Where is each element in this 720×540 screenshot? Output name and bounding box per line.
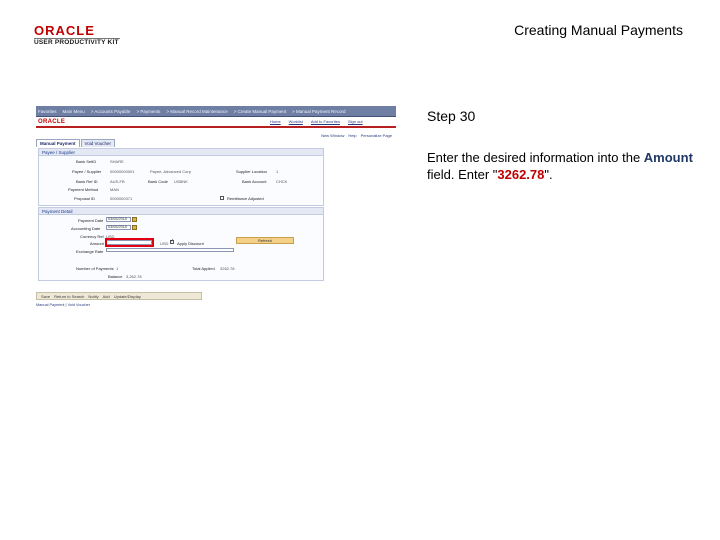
amount-field-highlight bbox=[105, 238, 154, 247]
payment-date-label: Payment Date bbox=[78, 218, 104, 223]
instruction-middle: field. Enter " bbox=[427, 167, 498, 182]
total-applied-label: Total Applied bbox=[192, 266, 215, 271]
bank-setid-label: Bank SetID bbox=[76, 159, 97, 164]
nav-item[interactable]: > Payments bbox=[136, 109, 160, 114]
instruction-field-name: Amount bbox=[643, 150, 693, 165]
supplier-location-value: 1 bbox=[276, 169, 279, 174]
return-to-search-button[interactable]: Return to Search bbox=[54, 294, 84, 299]
num-payments-label: Number of Payments bbox=[76, 266, 114, 271]
calendar-icon[interactable] bbox=[132, 217, 137, 222]
payee-label: Payee / Supplier bbox=[72, 169, 102, 174]
new-window-link[interactable]: New Window bbox=[321, 133, 344, 138]
application-screenshot: Favorites Main Menu > Accounts Payable >… bbox=[36, 106, 396, 314]
step-instruction: Enter the desired information into the A… bbox=[427, 149, 697, 183]
add-button[interactable]: Add bbox=[103, 294, 110, 299]
nav-item[interactable]: > Create Manual Payment bbox=[234, 109, 286, 114]
app-brand: ORACLE bbox=[38, 119, 66, 125]
total-applied-value: 3262.78 bbox=[220, 266, 235, 271]
payment-group-header: Payment Detail bbox=[39, 208, 323, 215]
save-button[interactable]: Save bbox=[41, 294, 50, 299]
document-title: Creating Manual Payments bbox=[514, 22, 683, 38]
currency-label: Currency Ref bbox=[80, 234, 104, 239]
breadcrumb-nav: Favorites Main Menu > Accounts Payable >… bbox=[36, 106, 396, 117]
balance-label: Balance bbox=[108, 274, 123, 279]
logo-subtitle: USER PRODUCTIVITY KIT bbox=[34, 39, 119, 46]
help-link[interactable]: Help bbox=[348, 133, 356, 138]
personalize-link[interactable]: Personalize Page bbox=[361, 133, 392, 138]
balance-value: 3,262.78 bbox=[126, 274, 142, 279]
amount-currency: USD bbox=[160, 241, 169, 246]
payment-date-input[interactable]: 03/05/2015 bbox=[106, 217, 131, 222]
bank-account-value: CHCK bbox=[276, 179, 288, 184]
top-links: Home Worklist Add to Favorites Sign out bbox=[270, 119, 371, 124]
notify-button[interactable]: Notify bbox=[88, 294, 98, 299]
page-links: New Window Help Personalize Page bbox=[317, 133, 392, 138]
bank-code-label: Bank Code bbox=[148, 179, 168, 184]
bank-ref-value: AUS-FB bbox=[110, 179, 125, 184]
bank-account-label: Bank Account bbox=[242, 179, 267, 184]
payee-group-header: Payee / Supplier bbox=[39, 149, 323, 156]
refresh-button[interactable]: Refresh bbox=[236, 237, 294, 244]
apply-discount-checkbox[interactable] bbox=[170, 238, 174, 244]
logo-brand: ORACLE bbox=[34, 23, 95, 38]
accounting-date-input[interactable]: 03/05/2015 bbox=[106, 225, 131, 230]
nav-item[interactable]: > Manual Payment Record bbox=[292, 109, 345, 114]
bank-setid-value: SHARE bbox=[110, 159, 124, 164]
bank-ref-label: Bank Ref ID bbox=[76, 179, 98, 184]
footer-links[interactable]: Manual Payment | Void Voucher bbox=[36, 303, 90, 307]
oracle-upk-logo: ORACLE USER PRODUCTIVITY KIT bbox=[34, 24, 124, 48]
tab-manual-payment[interactable]: Manual Payment bbox=[36, 139, 80, 147]
apply-discount-label: Apply Discount bbox=[177, 241, 204, 246]
payment-method-label: Payment Method bbox=[68, 187, 99, 192]
worklist-link[interactable]: Worklist bbox=[289, 119, 303, 124]
instruction-value: 3262.78 bbox=[497, 167, 545, 182]
remittance-checkbox[interactable] bbox=[220, 196, 224, 200]
header-divider bbox=[36, 126, 396, 128]
tab-void-voucher[interactable]: Void Voucher bbox=[80, 139, 116, 147]
step-label: Step 30 bbox=[427, 108, 476, 124]
calendar-icon[interactable] bbox=[132, 225, 137, 230]
amount-label: Amount bbox=[90, 241, 104, 246]
sign-out-link[interactable]: Sign out bbox=[348, 119, 363, 124]
home-link[interactable]: Home bbox=[270, 119, 281, 124]
instruction-prefix: Enter the desired information into the bbox=[427, 150, 644, 165]
num-payments-value: 1 bbox=[116, 266, 119, 271]
exchange-rate-bar bbox=[106, 248, 234, 252]
payee-value: 00000000001 bbox=[110, 169, 135, 174]
nav-item[interactable]: Main Menu bbox=[63, 109, 85, 114]
proposal-value: 0000000371 bbox=[110, 196, 133, 201]
nav-item[interactable]: Favorites bbox=[38, 109, 57, 114]
bank-code-value: USBNK bbox=[174, 179, 188, 184]
proposal-label: Proposal ID bbox=[74, 196, 95, 201]
update-display-button[interactable]: Update/Display bbox=[114, 294, 141, 299]
instruction-suffix: ". bbox=[544, 167, 553, 182]
nav-item[interactable]: > Accounts Payable bbox=[91, 109, 131, 114]
exchange-rate-label: Exchange Rate bbox=[76, 249, 104, 254]
payee-name: Payee, Advanced Corp bbox=[150, 169, 191, 174]
accounting-date-label: Accounting Date bbox=[71, 226, 101, 231]
nav-item[interactable]: > Manual Record Maintenance bbox=[166, 109, 227, 114]
logo-rule bbox=[34, 38, 120, 39]
payment-method-value: MAN bbox=[110, 187, 119, 192]
page-tabs: Manual Payment Void Voucher bbox=[36, 139, 116, 147]
supplier-location-label: Supplier Location bbox=[236, 169, 267, 174]
add-favorites-link[interactable]: Add to Favorites bbox=[311, 119, 340, 124]
remittance-label: Remittance Adjusted bbox=[227, 196, 264, 201]
page-toolbar: Save Return to Search Notify Add Update/… bbox=[36, 292, 202, 300]
